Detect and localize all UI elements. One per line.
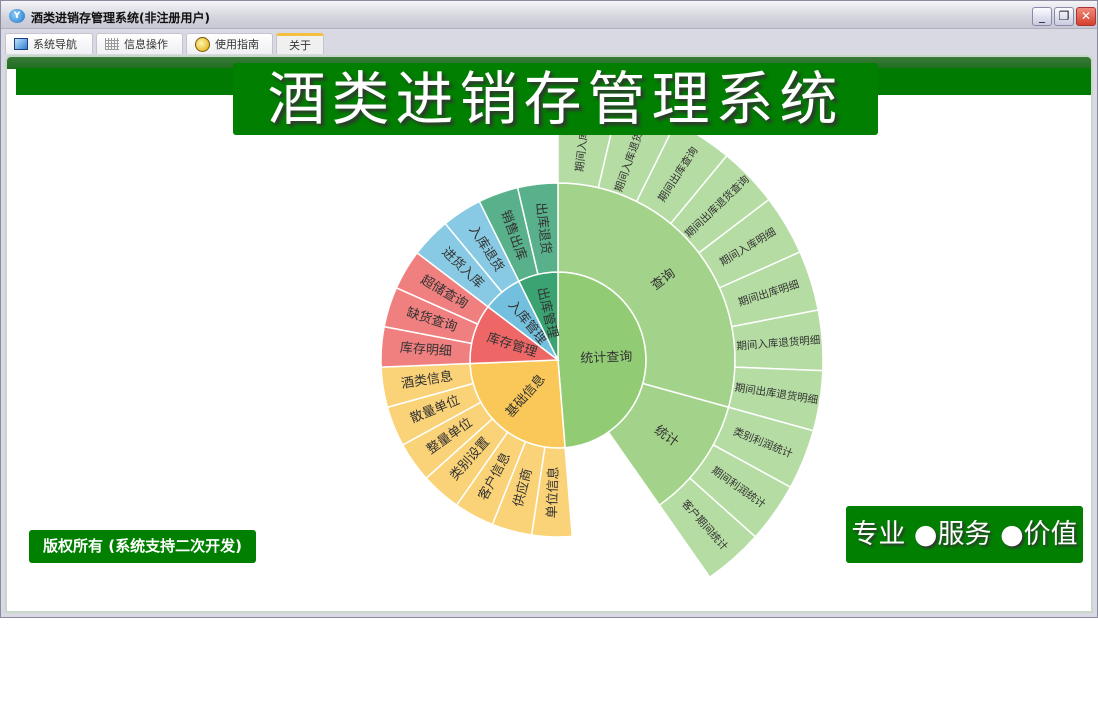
tab-label: 信息操作 <box>124 38 168 51</box>
tab-label: 系统导航 <box>33 38 77 51</box>
close-button[interactable]: ✕ <box>1076 7 1096 26</box>
tab-label: 使用指南 <box>215 38 259 51</box>
tab-system-nav[interactable]: 系统导航 <box>5 33 93 54</box>
tab-user-guide[interactable]: 使用指南 <box>186 33 273 54</box>
minimize-button[interactable]: _ <box>1032 7 1052 26</box>
copyright-badge: 版权所有 (系统支持二次开发) <box>29 530 256 563</box>
app-window: Y 酒类进销存管理系统(非注册用户) _ ❐ ✕ 系统导航 信息操作 使用指南 … <box>0 0 1098 618</box>
app-logo-icon: Y <box>9 9 25 23</box>
help-icon <box>195 36 210 52</box>
window-title: 酒类进销存管理系统(非注册用户) <box>31 11 210 25</box>
sunburst-label: 统计查询 <box>580 350 633 367</box>
about-panel: 统计查询 查询 期间入库查询 期间入库退货查询 期间出库查询 期间出库退货查询 期间入库明细… <box>5 55 1093 613</box>
slogan-badge: 专业 ●服务 ●价值 <box>846 506 1083 563</box>
tab-bar: 系统导航 信息操作 使用指南 关于 <box>5 33 327 54</box>
grid-icon <box>105 38 119 50</box>
restore-button[interactable]: ❐ <box>1054 7 1074 26</box>
banner-title: 酒类进销存管理系统 <box>233 63 878 135</box>
tab-info-ops[interactable]: 信息操作 <box>96 33 183 54</box>
sunburst-label: 单位信息 <box>544 466 562 519</box>
title-bar[interactable]: Y 酒类进销存管理系统(非注册用户) _ ❐ ✕ <box>1 1 1097 29</box>
monitor-icon <box>14 38 28 50</box>
tab-about[interactable]: 关于 <box>276 33 324 54</box>
tab-label: 关于 <box>289 39 311 52</box>
